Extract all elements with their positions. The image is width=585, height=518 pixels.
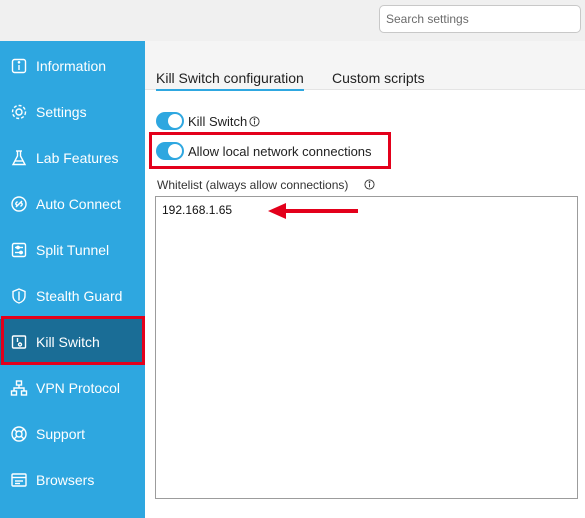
annotation-arrow-icon [268, 203, 358, 219]
info-circle-icon[interactable] [249, 116, 260, 127]
kill-switch-toggle[interactable] [156, 112, 184, 130]
sidebar-item-settings[interactable]: Settings [0, 89, 145, 135]
sidebar-item-vpn-protocol[interactable]: VPN Protocol [0, 365, 145, 411]
kill-switch-icon [10, 333, 28, 351]
toggle-knob [168, 144, 182, 158]
browser-icon [10, 471, 28, 489]
toggle-knob [168, 114, 182, 128]
sidebar-item-label: Kill Switch [36, 334, 100, 350]
sidebar-item-stealth-guard[interactable]: Stealth Guard [0, 273, 145, 319]
link-icon [10, 195, 28, 213]
sidebar: Information Settings Lab Features Auto C… [0, 41, 145, 518]
sidebar-item-label: Auto Connect [36, 196, 121, 212]
sidebar-item-split-tunnel[interactable]: Split Tunnel [0, 227, 145, 273]
sidebar-item-label: VPN Protocol [36, 380, 121, 396]
sliders-icon [10, 241, 28, 259]
sidebar-item-label: Stealth Guard [36, 288, 123, 304]
whitelist-textarea[interactable]: 192.168.1.65 [155, 196, 578, 499]
tab-kill-switch-configuration[interactable]: Kill Switch configuration [156, 70, 304, 91]
allow-local-network-label: Allow local network connections [188, 144, 372, 159]
sidebar-item-browsers[interactable]: Browsers [0, 457, 145, 503]
shield-icon [10, 287, 28, 305]
sidebar-item-label: Support [36, 426, 86, 442]
tab-bar: Kill Switch configuration Custom scripts [145, 41, 585, 91]
sidebar-item-label: Information [36, 58, 107, 74]
gear-icon [10, 103, 28, 121]
whitelist-label: Whitelist (always allow connections) [157, 178, 349, 192]
sidebar-item-support[interactable]: Support [0, 411, 145, 457]
sidebar-item-kill-switch[interactable]: Kill Switch [0, 319, 145, 365]
sidebar-item-label: Split Tunnel [36, 242, 110, 258]
tab-custom-scripts[interactable]: Custom scripts [332, 70, 425, 86]
sidebar-item-auto-connect[interactable]: Auto Connect [0, 181, 145, 227]
kill-switch-label: Kill Switch [188, 114, 248, 129]
sidebar-item-label: Browsers [36, 472, 95, 488]
lifebuoy-icon [10, 425, 28, 443]
search-input[interactable] [379, 5, 581, 33]
top-bar [0, 0, 585, 41]
info-icon [10, 57, 28, 75]
allow-local-network-toggle[interactable] [156, 142, 184, 160]
sidebar-item-label: Lab Features [36, 150, 119, 166]
info-circle-icon[interactable] [364, 179, 375, 190]
sidebar-item-information[interactable]: Information [0, 43, 145, 89]
network-icon [10, 379, 28, 397]
sidebar-item-lab-features[interactable]: Lab Features [0, 135, 145, 181]
sidebar-item-label: Settings [36, 104, 87, 120]
flask-icon [10, 149, 28, 167]
